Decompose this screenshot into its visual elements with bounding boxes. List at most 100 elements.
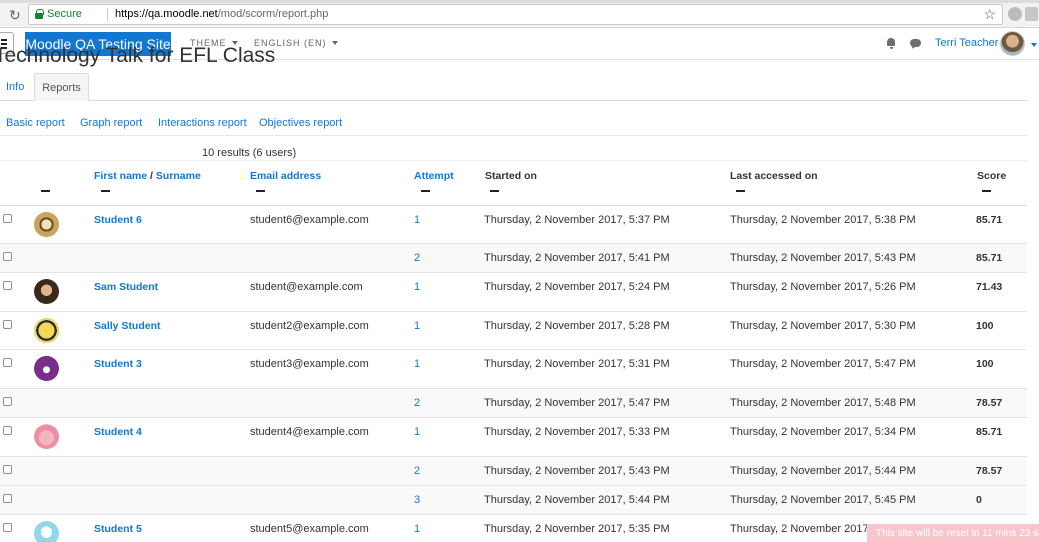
attempt-link[interactable]: 1 [414,358,420,370]
url-host: https://qa.moodle.net [115,8,218,20]
row-select-checkbox[interactable] [3,214,12,223]
collapse-column-icon[interactable] [256,190,265,192]
row-select-checkbox[interactable] [3,320,12,329]
attempt-link[interactable]: 1 [414,281,420,293]
user-avatar[interactable] [1000,31,1025,56]
bookmark-star-icon[interactable]: ☆ [983,6,996,23]
collapse-column-icon[interactable] [421,190,430,192]
row-select-checkbox[interactable] [3,358,12,367]
bell-icon[interactable] [886,38,896,49]
profile-icon[interactable] [1025,7,1038,21]
objectives-report-link[interactable]: Objectives report [259,117,342,129]
row-select-checkbox[interactable] [3,252,12,261]
extension-icon[interactable] [1008,7,1022,21]
chevron-down-icon [331,41,338,45]
sort-email[interactable]: Email address [250,170,321,182]
started-on-cell: Thursday, 2 November 2017, 5:37 PM [484,214,670,226]
sort-surname[interactable]: Surname [156,170,201,182]
started-on-cell: Thursday, 2 November 2017, 5:33 PM [484,426,670,438]
last-accessed-cell: Thursday, 2 November 2017, 5:43 PM [730,252,916,264]
page-gutter [1027,60,1039,542]
collapse-column-icon[interactable] [101,190,110,192]
started-on-cell: Thursday, 2 November 2017, 5:44 PM [484,494,670,506]
url-text[interactable]: https://qa.moodle.net/mod/scorm/report.p… [115,8,328,20]
sort-first-name[interactable]: First name [94,170,147,182]
row-select-checkbox[interactable] [3,465,12,474]
started-on-header: Started on [485,170,537,182]
row-select-checkbox[interactable] [3,523,12,532]
score-cell: 0 [976,494,982,506]
attempt-link[interactable]: 1 [414,426,420,438]
table-row: Sally Student student2@example.com 1 Thursd… [0,312,1027,350]
collapse-column-icon[interactable] [490,190,499,192]
row-select-checkbox[interactable] [3,426,12,435]
row-select-checkbox[interactable] [3,281,12,290]
last-accessed-cell: Thursday, 2 November 2017, 5:38 PM [730,214,916,226]
student-name-link[interactable]: Student 3 [94,358,142,370]
tab-strip [0,0,1039,3]
browser-toolbar: ↻ Secure https://qa.moodle.net/mod/scorm… [0,0,1039,28]
student-name-link[interactable]: Sally Student [94,320,161,332]
email-cell: student@example.com [250,281,363,293]
reload-icon[interactable]: ↻ [9,7,21,24]
attempt-link[interactable]: 1 [414,214,420,226]
score-cell: 100 [976,358,994,370]
collapse-column-icon[interactable] [736,190,745,192]
student-name-link[interactable]: Student 5 [94,523,142,535]
last-accessed-cell: Thursday, 2 November 2017, 5:26 PM [730,281,916,293]
score-cell: 85.71 [976,214,1003,226]
user-menu-name[interactable]: Terri Teacher [935,37,998,49]
user-avatar[interactable] [34,212,59,237]
row-select-checkbox[interactable] [3,494,12,503]
user-avatar[interactable] [34,356,59,381]
column-name-header: First name / Surname [94,170,201,182]
tab-info[interactable]: Info [6,73,24,101]
table-row: Student 6 student6@example.com 1 Thursday, … [0,206,1027,244]
chevron-down-icon[interactable] [1031,43,1037,47]
address-bar[interactable]: Secure https://qa.moodle.net/mod/scorm/r… [28,4,1003,25]
last-accessed-cell: Thursday, 2 November 2017, 5:30 PM [730,320,916,332]
student-name-link[interactable]: Student 6 [94,214,142,226]
email-cell: student5@example.com [250,523,369,535]
user-avatar[interactable] [34,279,59,304]
score-cell: 78.57 [976,397,1003,409]
user-avatar[interactable] [34,318,59,343]
basic-report-link[interactable]: Basic report [6,117,65,129]
user-avatar[interactable] [34,521,59,542]
secure-label: Secure [47,8,82,20]
message-icon[interactable] [910,39,921,47]
attempt-link[interactable]: 1 [414,320,420,332]
tab-reports[interactable]: Reports [34,73,89,101]
started-on-cell: Thursday, 2 November 2017, 5:47 PM [484,397,670,409]
row-select-checkbox[interactable] [3,397,12,406]
interactions-report-link[interactable]: Interactions report [158,117,247,129]
email-cell: student2@example.com [250,320,369,332]
collapse-column-icon[interactable] [41,190,50,192]
collapse-column-icon[interactable] [982,190,991,192]
sort-attempt[interactable]: Attempt [414,170,454,182]
last-accessed-cell: Thursday, 2 November 2017, 5:44 PM [730,465,916,477]
email-cell: student3@example.com [250,358,369,370]
last-accessed-header: Last accessed on [730,170,818,182]
graph-report-link[interactable]: Graph report [80,117,142,129]
table-row: Student 3 student3@example.com 1 Thursday, … [0,350,1027,389]
attempt-link[interactable]: 2 [414,252,420,264]
attempt-link[interactable]: 3 [414,494,420,506]
address-separator [107,8,108,21]
user-avatar[interactable] [34,424,59,449]
attempt-link[interactable]: 2 [414,397,420,409]
last-accessed-cell: Thursday, 2 November 2017, 5:48 PM [730,397,916,409]
lock-icon [35,9,44,19]
last-accessed-cell: Thursday, 2 November 2017, 5:34 PM [730,426,916,438]
attempt-link[interactable]: 2 [414,465,420,477]
table-row: 3 Thursday, 2 November 2017, 5:44 PM Thurs… [0,486,1027,515]
results-count: 10 results (6 users) [202,147,297,159]
email-cell: student6@example.com [250,214,369,226]
last-accessed-cell: Thursday, 2 November 2017, 5: [730,523,884,535]
started-on-cell: Thursday, 2 November 2017, 5:31 PM [484,358,670,370]
student-name-link[interactable]: Student 4 [94,426,142,438]
student-name-link[interactable]: Sam Student [94,281,158,293]
last-accessed-cell: Thursday, 2 November 2017, 5:47 PM [730,358,916,370]
started-on-cell: Thursday, 2 November 2017, 5:24 PM [484,281,670,293]
attempt-link[interactable]: 1 [414,523,420,535]
